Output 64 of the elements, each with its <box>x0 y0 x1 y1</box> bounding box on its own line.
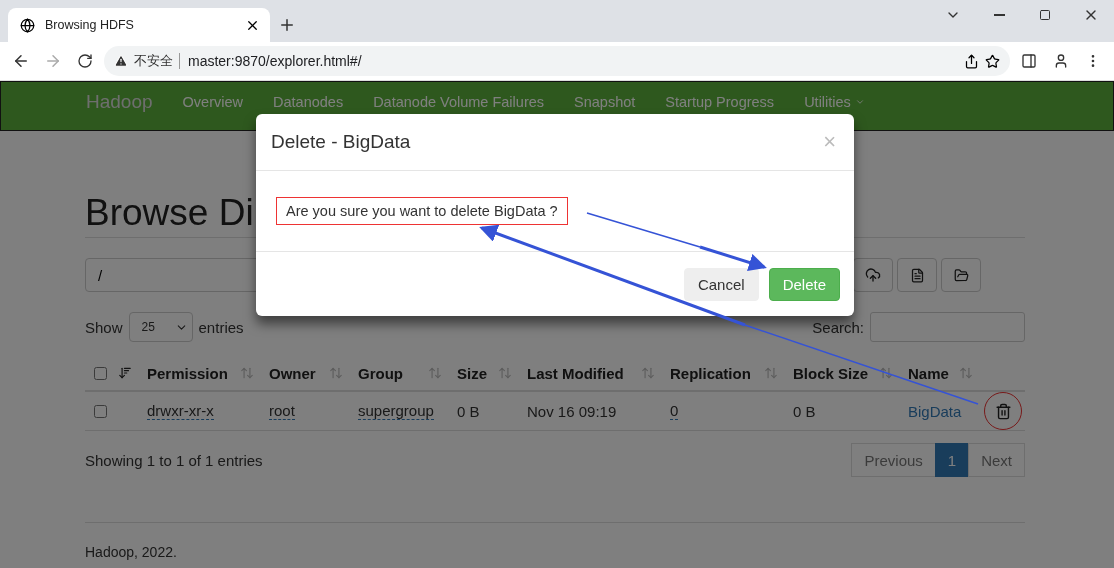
cancel-button[interactable]: Cancel <box>683 267 759 301</box>
select-all-checkbox[interactable] <box>94 366 107 380</box>
page-button[interactable]: Previous <box>851 443 936 477</box>
arrow-right-icon <box>44 52 62 70</box>
column-header[interactable]: Name <box>908 364 949 382</box>
search-field[interactable] <box>870 312 1025 342</box>
column-header[interactable]: Owner <box>269 364 316 382</box>
upload-button[interactable] <box>853 258 893 292</box>
row-checkbox[interactable] <box>94 404 107 418</box>
search-label: Search: <box>812 318 864 336</box>
document-icon <box>909 267 925 283</box>
nav-link[interactable]: Datanode Volume Failures <box>373 94 545 110</box>
column-header[interactable]: Permission <box>147 364 228 382</box>
table-cell: 0 B <box>457 402 480 420</box>
nav-link[interactable]: Datanodes <box>273 94 344 110</box>
browser-tab[interactable]: Browsing HDFS <box>8 8 270 42</box>
table-cell: supergroup <box>358 402 434 420</box>
sort-icon[interactable] <box>118 366 132 380</box>
warning-icon <box>114 54 128 68</box>
minimize-icon <box>993 14 1005 16</box>
security-label: 不安全 <box>134 52 173 70</box>
footer-text: Hadoop, 2022. <box>85 544 177 560</box>
column-header[interactable]: Replication <box>670 364 751 382</box>
tab-title: Browsing HDFS <box>45 18 135 32</box>
brand-link[interactable]: Hadoop <box>86 91 153 113</box>
folder-icon <box>953 267 969 283</box>
page-button[interactable]: Next <box>968 443 1025 477</box>
entries-info: Showing 1 to 1 of 1 entries <box>85 451 263 469</box>
globe-icon <box>20 17 35 33</box>
cloud-upload-icon <box>865 267 881 283</box>
column-header[interactable]: Last Modified <box>527 364 624 382</box>
delete-button[interactable]: Delete <box>768 267 840 301</box>
nav-link[interactable]: Utilities <box>804 94 865 110</box>
reload-icon <box>77 53 93 69</box>
column-header[interactable]: Block Size <box>793 364 869 382</box>
nav-link[interactable]: Startup Progress <box>665 94 775 110</box>
page-size-select[interactable]: 25 <box>128 312 193 342</box>
table-cell: 0 <box>670 402 679 420</box>
table-cell: drwxr-xr-x <box>147 402 214 420</box>
maximize-icon <box>1039 9 1051 21</box>
dialog-title: Delete - BigData <box>271 131 411 153</box>
trash-icon <box>994 402 1012 420</box>
star-icon[interactable] <box>985 53 1000 69</box>
dialog-message: Are you sure you want to delete BigData ? <box>276 197 568 225</box>
column-header[interactable]: Group <box>358 364 403 382</box>
entries-label: entries <box>198 318 244 336</box>
table-cell: 0 B <box>793 402 816 420</box>
close-button[interactable]: × <box>823 129 836 155</box>
nav-link[interactable]: Snapshot <box>574 94 636 110</box>
show-label: Show <box>85 318 123 336</box>
plus-icon <box>278 16 296 34</box>
nav-link[interactable]: Overview <box>182 94 243 110</box>
page-heading: Browse Di <box>85 191 254 235</box>
person-icon <box>1053 53 1069 69</box>
name-link[interactable]: BigData <box>908 402 962 420</box>
url-text: master:9870/explorer.html#/ <box>179 53 958 69</box>
address-bar[interactable]: 不安全 master:9870/explorer.html#/ <box>104 46 1010 76</box>
folder-button[interactable] <box>941 258 981 292</box>
column-header[interactable]: Size <box>457 364 487 382</box>
file-button[interactable] <box>897 258 937 292</box>
table-cell: root <box>269 402 295 420</box>
table-cell: Nov 16 09:19 <box>527 402 617 420</box>
side-panel-icon <box>1021 53 1037 69</box>
share-icon[interactable] <box>964 53 979 69</box>
